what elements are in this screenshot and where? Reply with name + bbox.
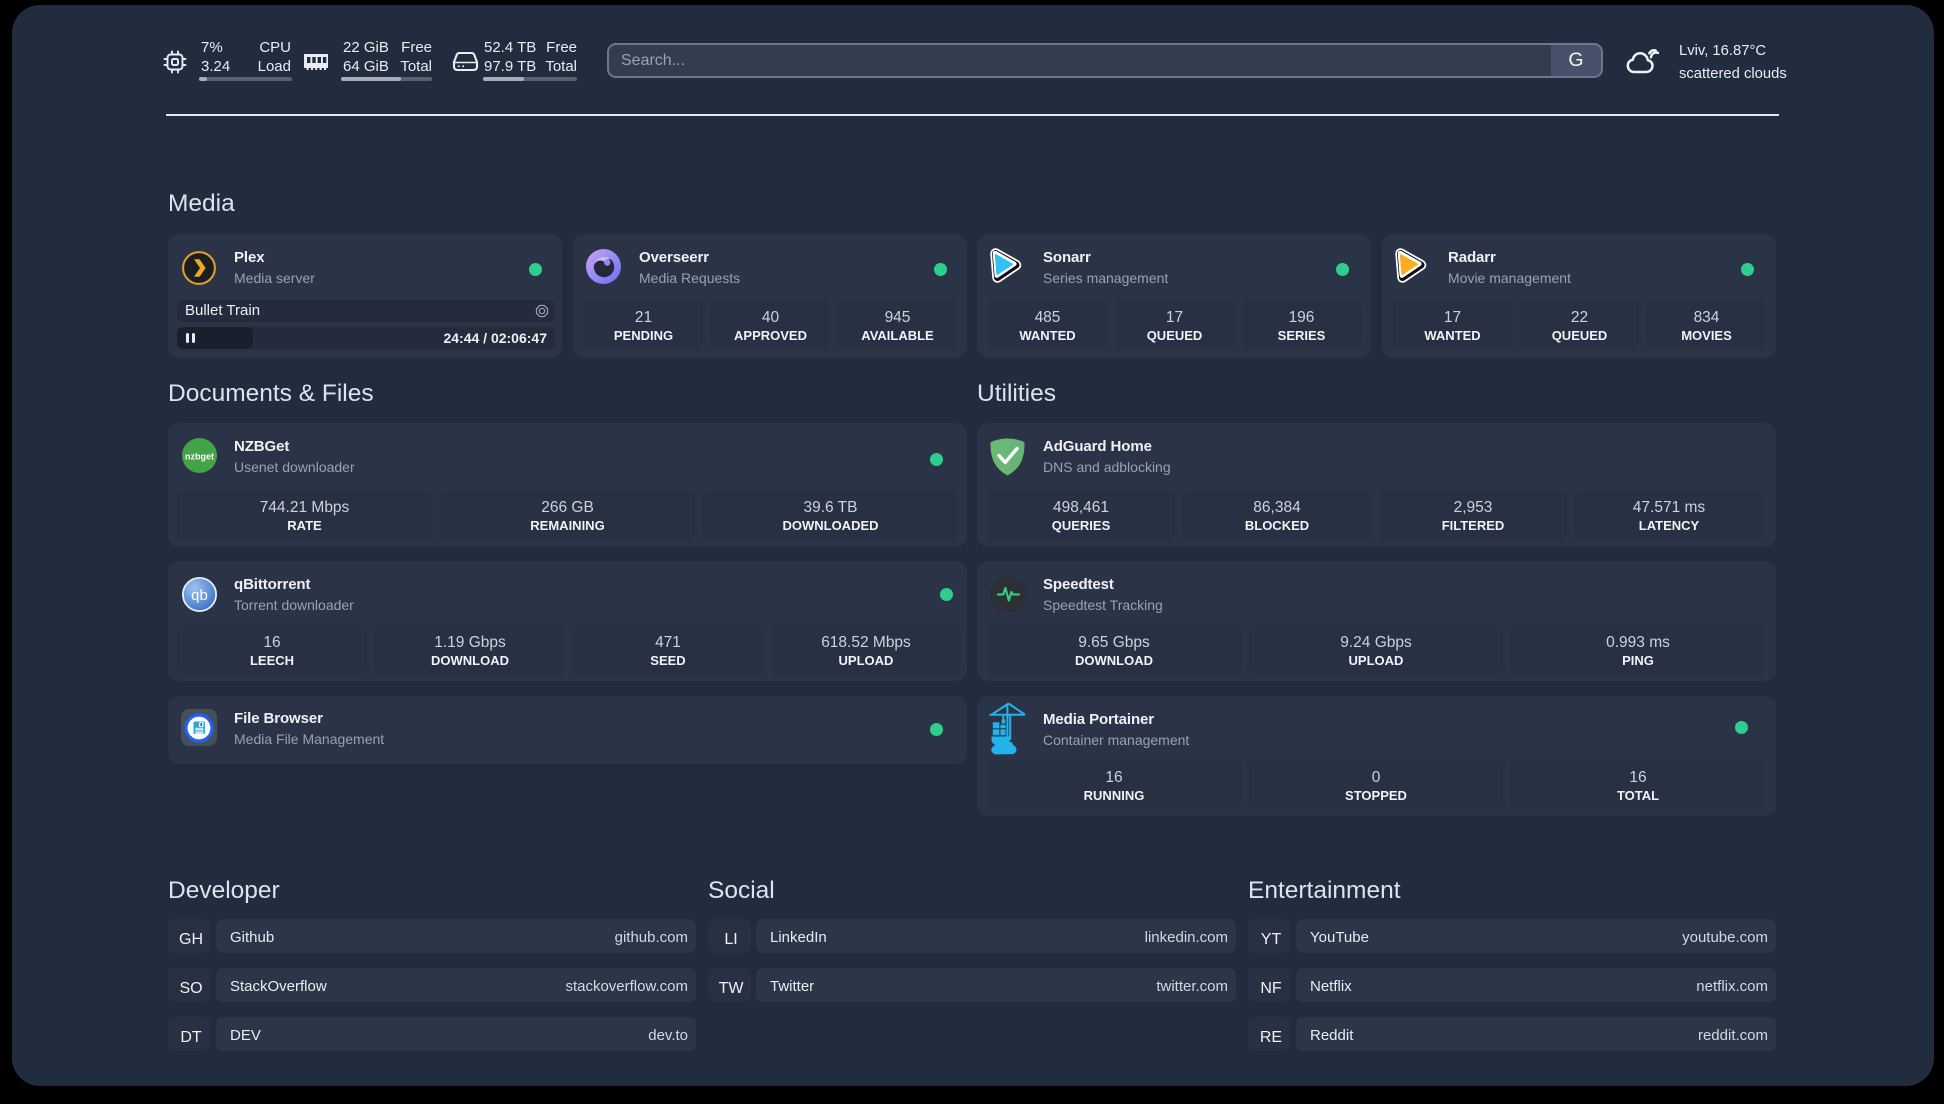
svg-text:qb: qb bbox=[191, 587, 208, 604]
svg-text:nzbget: nzbget bbox=[185, 452, 214, 462]
